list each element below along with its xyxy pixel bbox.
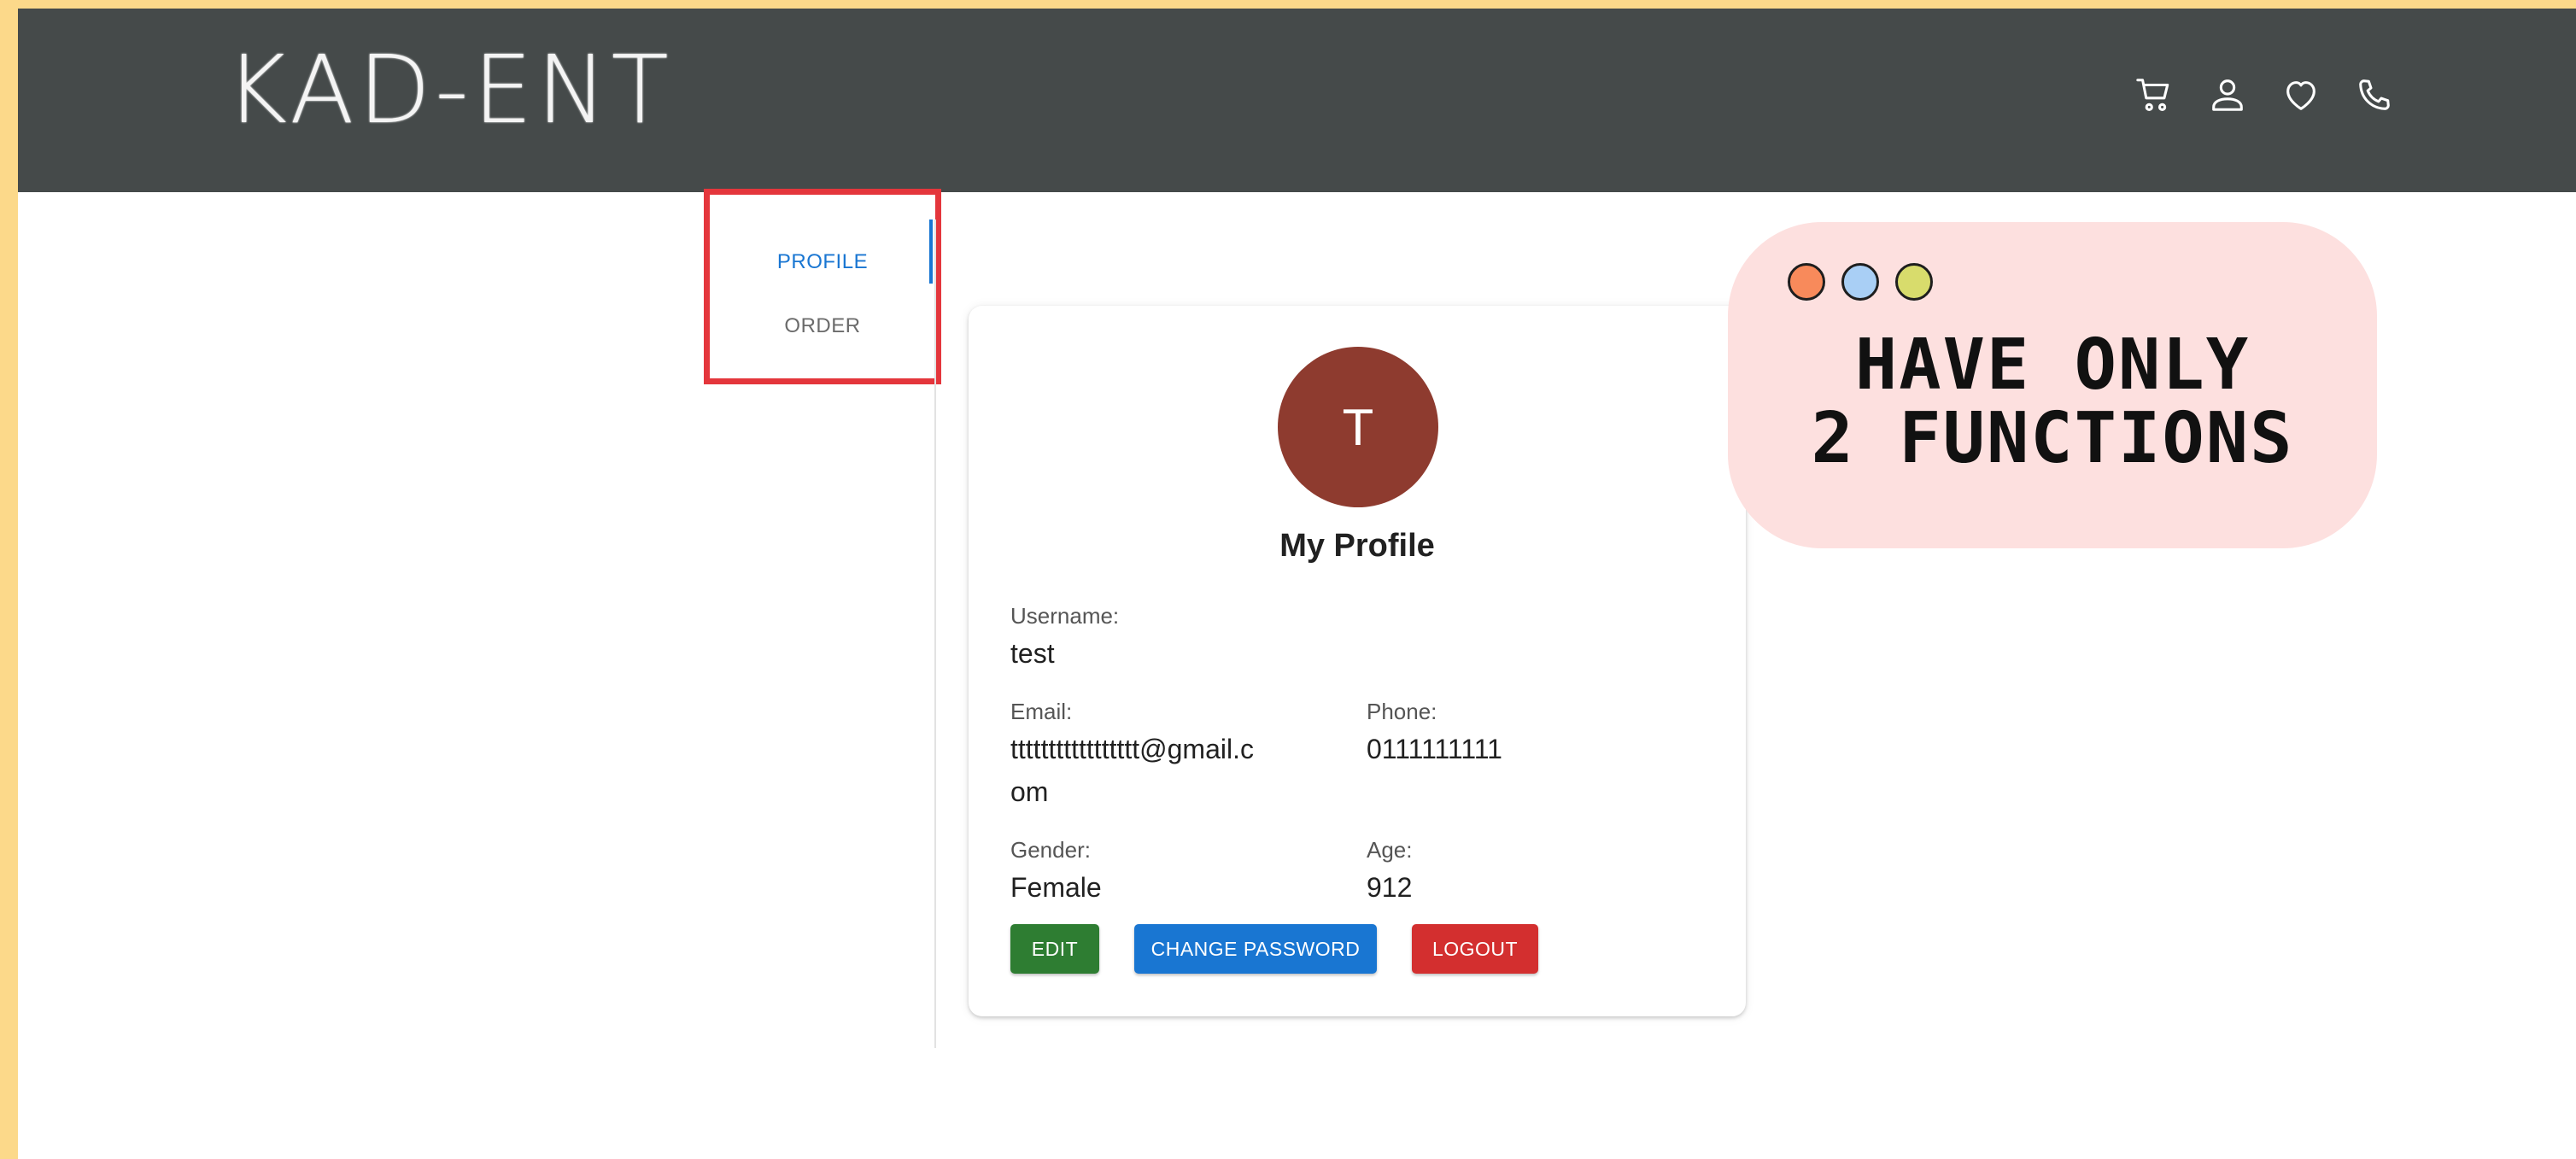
tab-profile[interactable]: PROFILE xyxy=(710,250,935,274)
username-value: test xyxy=(1010,638,1055,669)
callout-bubble: HAVE ONLY 2 FUNCTIONS xyxy=(1728,222,2377,548)
phone-value: 0111111111 xyxy=(1367,734,1502,764)
active-tab-indicator xyxy=(929,220,933,284)
logo[interactable]: KAD-ENT xyxy=(225,43,673,137)
yellow-dot xyxy=(1895,263,1933,301)
gender-label: Gender: xyxy=(1010,837,1091,863)
change-password-button[interactable]: CHANGE PASSWORD xyxy=(1134,924,1377,974)
tab-highlight-box: PROFILE ORDER xyxy=(704,189,941,384)
gender-value: Female xyxy=(1010,872,1102,903)
heart-icon[interactable] xyxy=(2281,75,2321,114)
top-navbar: KAD-ENT xyxy=(18,9,2576,192)
profile-card: T My Profile Username: test Email: ttttt… xyxy=(969,306,1746,1016)
phone-label: Phone: xyxy=(1367,699,1437,724)
age-label: Age: xyxy=(1367,837,1413,863)
edit-button[interactable]: EDIT xyxy=(1010,924,1099,974)
email-value-line2: om xyxy=(1010,776,1049,807)
tab-order[interactable]: ORDER xyxy=(710,314,935,338)
username-label: Username: xyxy=(1010,603,1120,629)
avatar: T xyxy=(1278,347,1438,507)
phone-icon[interactable] xyxy=(2355,75,2394,114)
nav-icons xyxy=(2134,75,2394,114)
age-value: 912 xyxy=(1367,872,1413,903)
logout-button[interactable]: LOGOUT xyxy=(1412,924,1538,974)
blue-dot xyxy=(1841,263,1879,301)
page-title: My Profile xyxy=(1279,528,1435,564)
cart-icon[interactable] xyxy=(2134,75,2174,114)
email-label: Email: xyxy=(1010,699,1073,724)
email-value-line1: ttttttttttttttttt@gmail.c xyxy=(1010,734,1254,764)
orange-dot xyxy=(1788,263,1825,301)
tabs-divider xyxy=(934,220,936,1048)
user-icon[interactable] xyxy=(2208,75,2247,114)
app-window: KAD-ENT PROFILE ORDER T My Profile Usern… xyxy=(18,9,2576,1159)
callout-text: HAVE ONLY 2 FUNCTIONS xyxy=(1811,325,2294,479)
